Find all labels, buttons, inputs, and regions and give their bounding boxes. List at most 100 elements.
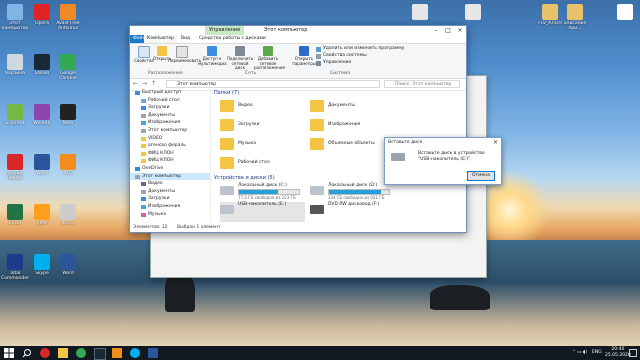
desktop-icon[interactable]: Корзина: [0, 54, 30, 81]
desktop-icon[interactable]: Этот компьютер: [0, 4, 30, 31]
nav-folder-icon: [135, 174, 140, 179]
folder-item[interactable]: Изображения: [310, 117, 400, 135]
desktop-icon[interactable]: Total Commander: [0, 254, 30, 281]
desktop-icon[interactable]: uTorrent: [0, 104, 30, 131]
nav-folder-icon: [141, 98, 146, 103]
nav-item[interactable]: Рабочий стол: [130, 97, 210, 105]
desktop-icon-label: Корзина: [5, 71, 25, 76]
nav-folder-icon: [141, 189, 146, 194]
nav-item[interactable]: Документы: [130, 188, 210, 196]
app-icon: [60, 204, 76, 220]
drive-item[interactable]: Локальный диск (D:) 134 ГБ свободно из 93…: [310, 183, 395, 203]
folder-item[interactable]: Рабочий стол: [220, 155, 310, 173]
open-params-button[interactable]: Открыть параметры: [290, 44, 318, 66]
vlc-taskbar-icon[interactable]: [112, 348, 122, 358]
uninstall-button[interactable]: Удалить или изменить программу: [316, 46, 404, 52]
desktop-icon[interactable]: описание при...: [560, 4, 590, 31]
dialog-close-button[interactable]: ×: [493, 139, 498, 146]
nav-item[interactable]: агенсво фераль: [130, 142, 210, 150]
rename-button[interactable]: Переименовать: [168, 44, 201, 64]
address-input[interactable]: Этот компьютер: [166, 80, 380, 88]
desktop-icon[interactable]: Фото: [53, 204, 83, 231]
nav-item[interactable]: Быстрый доступ: [130, 89, 210, 97]
nav-folder-icon: [141, 159, 146, 164]
start-button[interactable]: [4, 348, 14, 358]
nav-item[interactable]: Изображения: [130, 119, 210, 127]
dialog-title: Вставьте диск: [388, 140, 423, 145]
tab-computer[interactable]: Компьютер: [144, 35, 177, 43]
file-icon: [567, 4, 583, 20]
desktop-icon[interactable]: Word: [53, 254, 83, 281]
desktop-icon[interactable]: Adobe Reader: [0, 154, 30, 181]
folder-item[interactable]: Документы: [310, 98, 400, 116]
map-drive-button[interactable]: Подключить сетевой диск: [226, 44, 254, 71]
maximize-button[interactable]: □: [442, 26, 454, 35]
app-icon: [7, 54, 23, 70]
nav-item[interactable]: VIDEO: [130, 135, 210, 143]
desktop-icon-label: Word: [62, 271, 74, 276]
language-indicator[interactable]: ENG: [592, 350, 602, 356]
app-icon: [7, 254, 23, 270]
desktop-icon-label: Excel: [9, 221, 21, 226]
nav-item[interactable]: Изображения: [130, 203, 210, 211]
drive-item[interactable]: USB-накопитель (E:): [220, 202, 305, 222]
folders-header[interactable]: Папки (7): [214, 89, 460, 98]
up-button[interactable]: ↑: [151, 80, 156, 87]
nav-item[interactable]: Загрузки: [130, 195, 210, 203]
word-taskbar-icon[interactable]: [148, 348, 158, 358]
chrome-taskbar-icon[interactable]: [76, 348, 86, 358]
app-icon: [7, 4, 23, 20]
media-access-button[interactable]: Доступ к мультимедиа: [198, 44, 227, 66]
add-location-button[interactable]: Добавить сетевое расположение: [254, 44, 285, 71]
nav-item[interactable]: Музыка: [130, 211, 210, 219]
app-icon: [34, 154, 50, 170]
drive-item[interactable]: Локальный диск (C:) 77,5 ГБ свободно из 2…: [220, 183, 305, 203]
nav-item[interactable]: Видео: [130, 180, 210, 188]
tab-drive-tools[interactable]: Средства работы с дисками: [196, 35, 269, 43]
clock[interactable]: 20:40 25.05.2020: [605, 347, 631, 358]
folder-icon: [220, 119, 234, 131]
system-properties-button[interactable]: Свойства системы: [316, 53, 367, 59]
nav-item[interactable]: ФИЦ КЛОН: [130, 150, 210, 158]
steam-taskbar-icon[interactable]: [94, 348, 106, 360]
nav-item[interactable]: ФИЦ КЛОН: [130, 157, 210, 165]
skype-taskbar-icon[interactable]: [130, 348, 140, 358]
nav-folder-icon: [141, 136, 146, 141]
explorer-taskbar-icon[interactable]: [58, 348, 68, 358]
title-bar[interactable]: Управление Этот компьютер – □ ×: [130, 26, 466, 35]
drive-item[interactable]: DVD RW дисковод (F:): [310, 202, 395, 222]
nav-item[interactable]: Этот компьютер: [130, 127, 210, 135]
back-button[interactable]: ←: [133, 80, 138, 87]
cancel-button[interactable]: Отмена: [467, 171, 495, 181]
close-button[interactable]: ×: [454, 26, 466, 35]
desktop-icon[interactable]: Excel: [0, 204, 30, 231]
search-button[interactable]: [22, 348, 32, 358]
opera-taskbar-icon[interactable]: [40, 348, 50, 358]
forward-button[interactable]: →: [142, 80, 147, 87]
tray-icons[interactable]: ⌃ ▭ ◖): [572, 350, 587, 356]
minimize-button[interactable]: –: [430, 26, 442, 35]
desktop-icon[interactable]: VLC: [53, 154, 83, 181]
folder-item[interactable]: Музыка: [220, 136, 310, 154]
notifications-icon[interactable]: [629, 349, 637, 357]
desktop-icon[interactable]: Avast Free Antivirus: [53, 4, 83, 31]
nav-item[interactable]: OneDrive: [130, 165, 210, 173]
network-location-icon: [263, 46, 273, 56]
nav-item[interactable]: Загрузки: [130, 104, 210, 112]
computer-icon: [316, 53, 321, 59]
desktop-icon[interactable]: [610, 4, 640, 31]
folder-item[interactable]: Загрузки: [220, 117, 310, 135]
desktop-icon[interactable]: Google Chrome: [53, 54, 83, 81]
app-icon: [7, 154, 23, 170]
manage-button[interactable]: Управление: [316, 60, 351, 66]
nav-item[interactable]: Этот компьютер: [130, 172, 210, 181]
context-tab-manage[interactable]: Управление: [205, 26, 245, 35]
desktop-icon[interactable]: Nero: [53, 104, 83, 131]
search-input[interactable]: Поиск: Этот компьютер: [384, 80, 460, 88]
folder-item[interactable]: Видео: [220, 98, 310, 116]
ribbon: Свойства Открыть Переименовать Доступ к …: [130, 44, 466, 79]
drive-icon: [310, 186, 324, 195]
nav-item[interactable]: Документы: [130, 112, 210, 120]
tab-view[interactable]: Вид: [178, 35, 193, 43]
app-icon: [60, 4, 76, 20]
